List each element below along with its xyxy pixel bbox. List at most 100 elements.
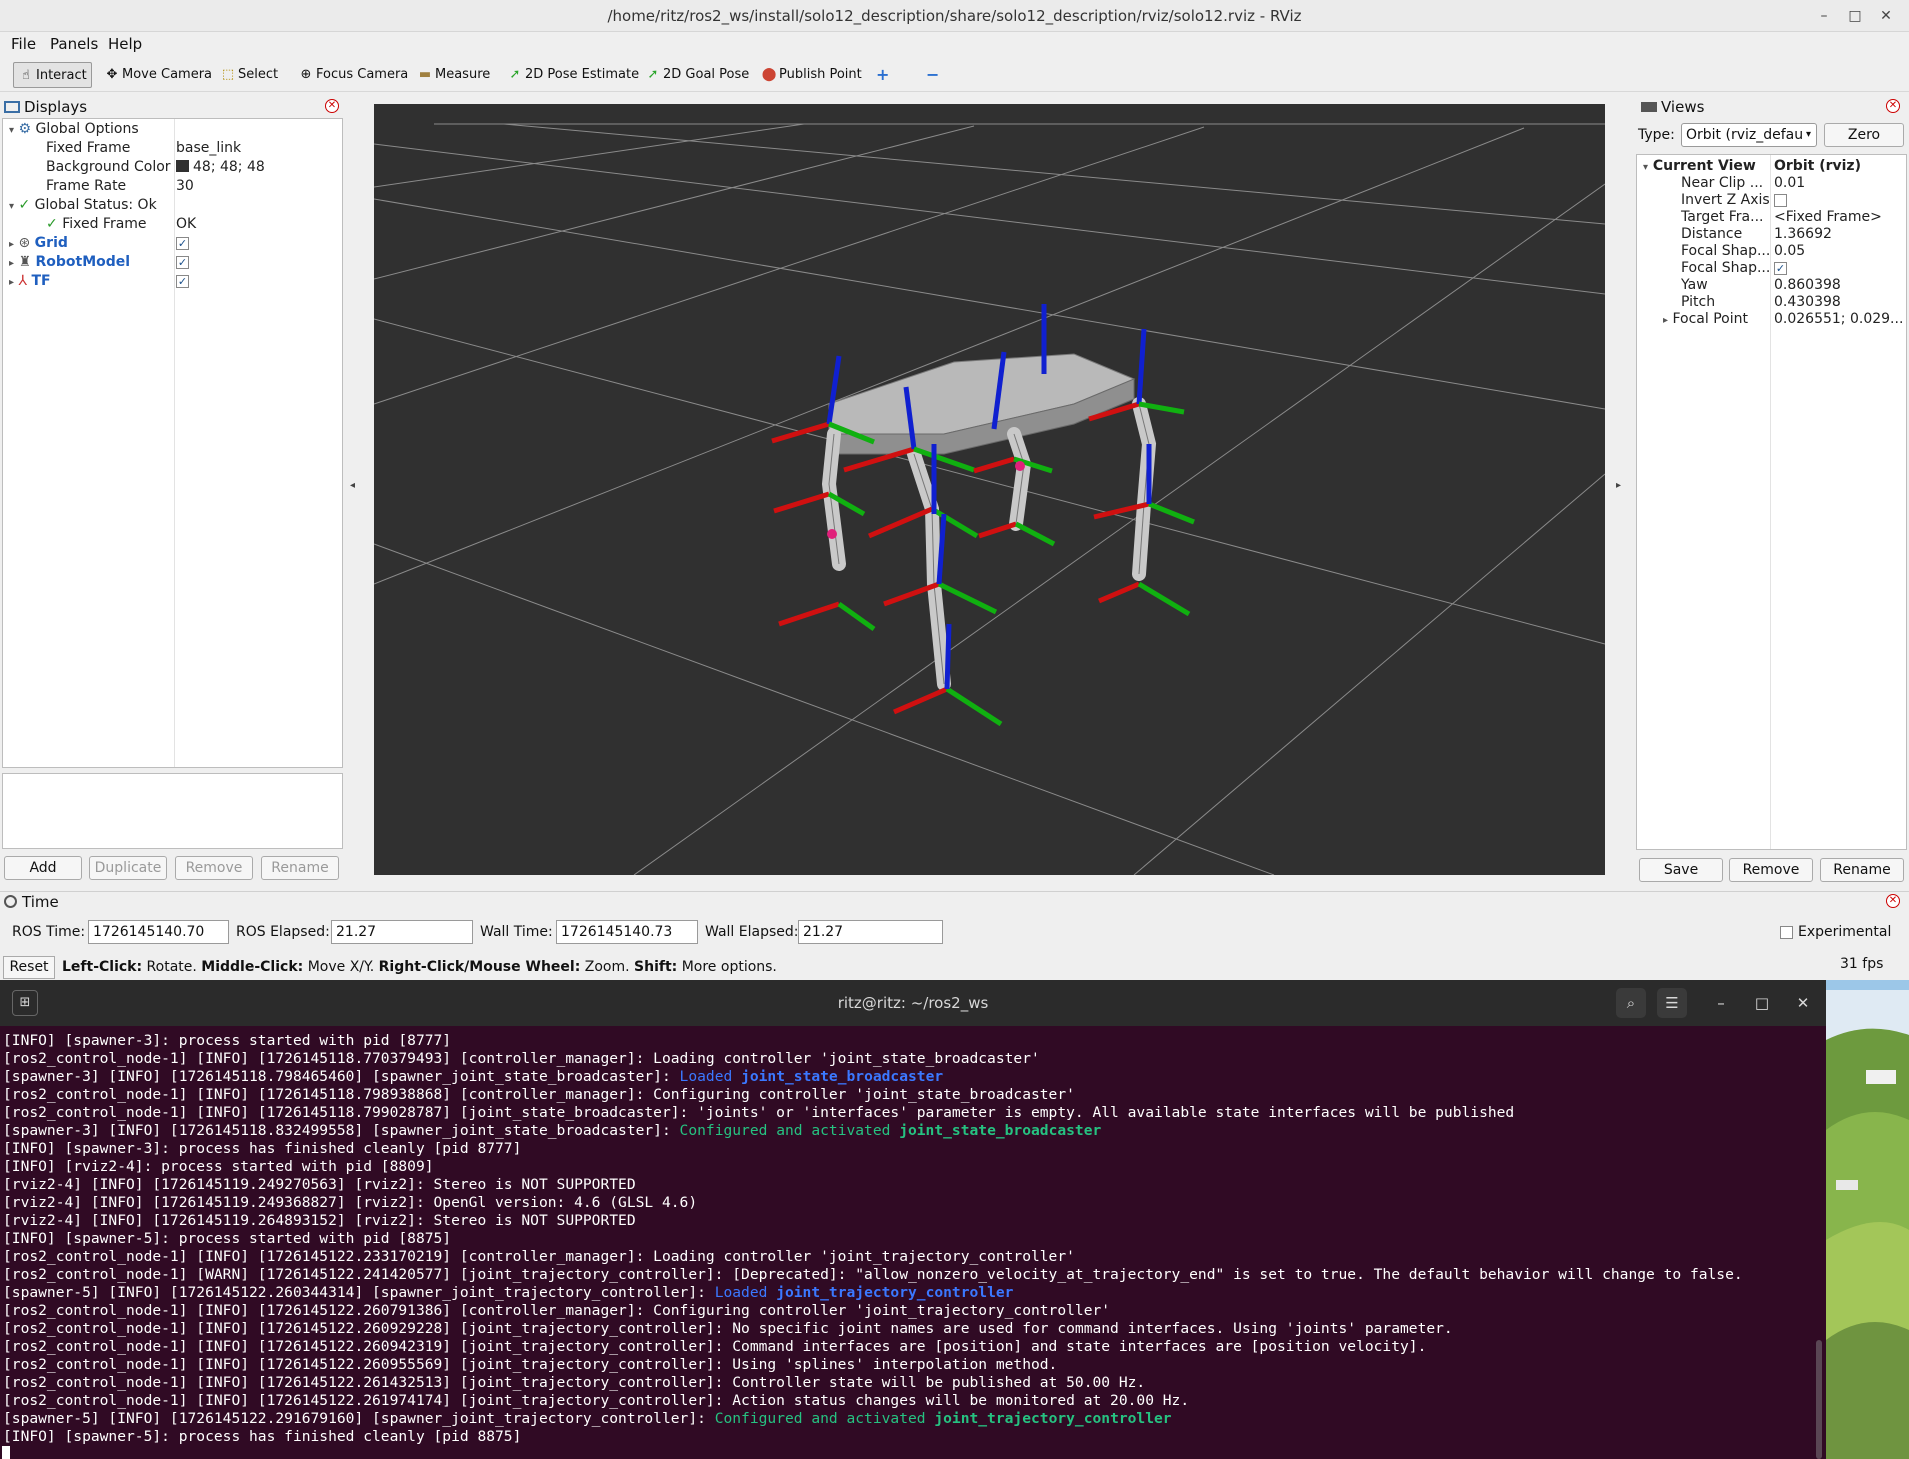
focal-point-row[interactable]: ▸ Focal Point [1663, 310, 1748, 329]
map-pin-icon: ⬤ [761, 67, 777, 82]
grid-checkbox[interactable]: ✓ [176, 234, 189, 253]
global-status-row[interactable]: ▾ ✓ Global Status: Ok [9, 196, 157, 215]
remove-view-button[interactable]: Remove [1729, 858, 1813, 882]
menu-panels[interactable]: Panels [50, 35, 98, 53]
terminal-line: [ros2_control_node-1] [INFO] [1726145122… [0, 1248, 1810, 1266]
terminal-line: [ros2_control_node-1] [INFO] [1726145122… [0, 1320, 1810, 1338]
terminal-scrollbar[interactable] [1816, 1340, 1822, 1459]
tool-publish-point-label: Publish Point [779, 67, 862, 82]
terminal-line: [ros2_control_node-1] [WARN] [1726145122… [0, 1266, 1810, 1284]
tool-focus-camera[interactable]: ⊕ Focus Camera [294, 62, 412, 88]
view-prop-value[interactable]: 0.026551; 0.029... [1774, 310, 1903, 329]
grid-row[interactable]: ▸ ⊛ Grid [9, 234, 68, 253]
zero-view-button[interactable]: Zero [1824, 123, 1904, 147]
foot-marker [827, 529, 837, 539]
tool-bar: ☝ Interact ✥ Move Camera ⬚ Select ⊕ Focus Ca… [0, 58, 1909, 92]
menu-file[interactable]: File [11, 35, 36, 53]
close-views-icon[interactable]: ✕ [1886, 99, 1900, 113]
display-description-box [2, 773, 343, 849]
menu-help[interactable]: Help [108, 35, 142, 53]
rename-view-button[interactable]: Rename [1820, 858, 1904, 882]
terminal-line-text: [ros2_control_node-1] [INFO] [1726145122… [3, 1356, 1058, 1373]
hint-text: Zoom. [580, 959, 635, 975]
terminal-output[interactable]: [INFO] [spawner-3]: process started with… [0, 1032, 1810, 1459]
experimental-label: Experimental [1798, 924, 1892, 940]
ros-time-field[interactable]: 1726145140.70 [88, 920, 229, 944]
tool-measure[interactable]: ▬ Measure [413, 62, 494, 88]
add-tool-button[interactable]: + [872, 62, 893, 88]
terminal-line: [INFO] [spawner-3]: process started with… [0, 1032, 1810, 1050]
monitor-icon [4, 101, 20, 113]
hamburger-menu-icon[interactable]: ☰ [1657, 988, 1687, 1018]
view-type-select[interactable]: Orbit (rviz_defau ▾ [1681, 123, 1817, 147]
hint-key: Right-Click/Mouse Wheel: [378, 959, 581, 975]
hint-key: Middle-Click: [201, 959, 304, 975]
remove-display-button[interactable]: Remove [175, 856, 253, 880]
terminal-line: [ros2_control_node-1] [INFO] [1726145118… [0, 1086, 1810, 1104]
terminal-line-text: [INFO] [spawner-5]: process has finished… [3, 1428, 522, 1445]
save-view-button[interactable]: Save [1639, 858, 1723, 882]
new-tab-icon[interactable]: ⊞ [12, 990, 38, 1016]
maximize-button[interactable]: □ [1841, 0, 1869, 32]
tool-select-label: Select [238, 67, 279, 82]
duplicate-display-button[interactable]: Duplicate [89, 856, 167, 880]
reset-button[interactable]: Reset [3, 956, 55, 979]
terminal-minimize-icon[interactable]: – [1706, 988, 1736, 1018]
tool-interact[interactable]: ☝ Interact [13, 62, 92, 88]
render-viewport[interactable] [374, 104, 1605, 875]
search-icon[interactable]: ⌕ [1616, 988, 1646, 1018]
collapse-right-icon[interactable]: ▸ [1616, 480, 1621, 491]
minimize-button[interactable]: – [1810, 0, 1838, 32]
fixed-frame-value[interactable]: base_link [176, 139, 241, 158]
terminal-line: [spawner-3] [INFO] [1726145118.798465460… [0, 1068, 1810, 1086]
tool-select[interactable]: ⬚ Select [216, 62, 282, 88]
tool-publish-point[interactable]: ⬤ Publish Point [757, 62, 866, 88]
robot-model-row[interactable]: ▸ ♜ RobotModel [9, 253, 130, 272]
status-fixed-frame-value: OK [176, 216, 197, 232]
wall-time-field[interactable]: 1726145140.73 [556, 920, 698, 944]
terminal-maximize-icon[interactable]: □ [1747, 988, 1777, 1018]
green-arrow-icon: ➚ [509, 67, 521, 82]
close-button[interactable]: ✕ [1872, 0, 1900, 32]
remove-tool-button[interactable]: − [922, 62, 943, 88]
close-displays-icon[interactable]: ✕ [325, 99, 339, 113]
grid-icon: ⊛ [18, 235, 31, 251]
terminal-line: [ros2_control_node-1] [INFO] [1726145122… [0, 1374, 1810, 1392]
terminal-highlight-name: joint_state_broadcaster [899, 1122, 1102, 1139]
tool-2d-goal-pose[interactable]: ➚ 2D Goal Pose [641, 62, 753, 88]
terminal-line-text: [spawner-5] [INFO] [1726145122.291679160… [3, 1410, 715, 1427]
tool-move-camera[interactable]: ✥ Move Camera [100, 62, 216, 88]
scene-svg [374, 123, 1605, 875]
tf-row[interactable]: ▸ ⅄ TF [9, 272, 51, 291]
hint-text: Rotate. [142, 959, 202, 975]
experimental-checkbox[interactable]: Experimental [1780, 924, 1891, 940]
rename-display-button[interactable]: Rename [261, 856, 339, 880]
collapse-left-icon[interactable]: ◂ [350, 480, 355, 491]
tool-interact-label: Interact [36, 68, 87, 83]
camera-icon [1641, 102, 1657, 112]
terminal-line-text: [ros2_control_node-1] [WARN] [1726145122… [3, 1266, 1743, 1283]
close-time-icon[interactable]: ✕ [1886, 894, 1900, 908]
frame-rate-value[interactable]: 30 [176, 177, 194, 196]
gear-icon: ⚙ [18, 121, 32, 137]
views-tree: ▾ Current View Orbit (rviz) Near Clip ..… [1636, 154, 1907, 850]
window-titlebar: /home/ritz/ros2_ws/install/solo12_descri… [0, 0, 1909, 32]
wall-elapsed-field[interactable]: 21.27 [798, 920, 943, 944]
menu-bar: File Panels Help [0, 32, 1909, 56]
focus-icon: ⊕ [300, 67, 312, 82]
terminal-line-text: [rviz2-4] [INFO] [1726145119.249368827] … [3, 1194, 698, 1211]
foot-marker [1015, 461, 1025, 471]
terminal-close-icon[interactable]: ✕ [1788, 988, 1818, 1018]
terminal-line-text: [INFO] [rviz2-4]: process started with p… [3, 1158, 434, 1175]
background-color-value[interactable]: 48; 48; 48 [176, 158, 265, 177]
terminal-highlight: Loaded [679, 1068, 742, 1085]
tool-2d-pose-estimate[interactable]: ➚ 2D Pose Estimate [503, 62, 643, 88]
add-display-button[interactable]: Add [4, 856, 82, 880]
views-header: Views [1641, 96, 1906, 118]
terminal-line-text: [ros2_control_node-1] [INFO] [1726145122… [3, 1338, 1427, 1355]
robot-model-checkbox[interactable]: ✓ [176, 253, 189, 272]
global-options-row[interactable]: ▾ ⚙ Global Options [9, 120, 139, 139]
tf-checkbox[interactable]: ✓ [176, 272, 189, 291]
ros-elapsed-field[interactable]: 21.27 [331, 920, 473, 944]
terminal-line: [ros2_control_node-1] [INFO] [1726145122… [0, 1392, 1810, 1410]
